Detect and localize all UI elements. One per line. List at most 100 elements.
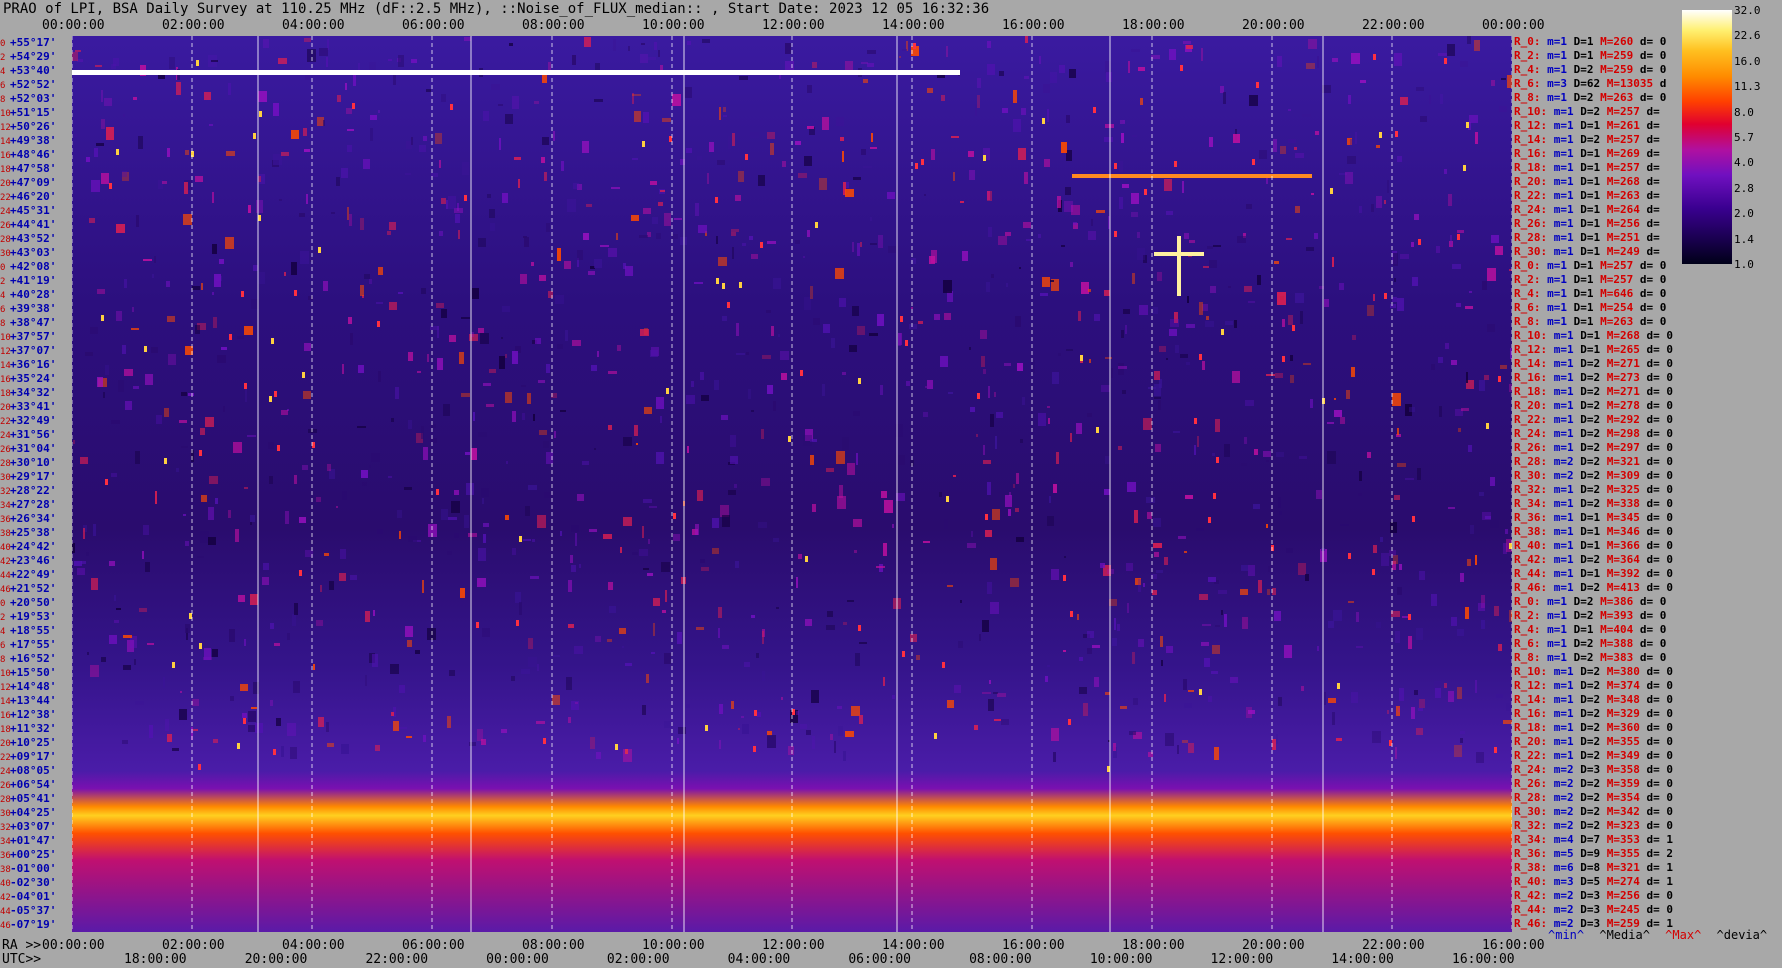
- stat-M: M=298: [1606, 427, 1647, 440]
- stat-d: D=1: [1580, 175, 1607, 188]
- beam-index: 38: [0, 529, 11, 539]
- heatmap-cell: [566, 677, 572, 690]
- heatmap-cell: [1065, 187, 1071, 195]
- heatmap-cell: [795, 141, 801, 145]
- heatmap-cell: [534, 101, 539, 104]
- heatmap-cell: [853, 519, 862, 527]
- beam-index: 20: [0, 179, 11, 189]
- heatmap-cell: [982, 620, 989, 632]
- topticks-label: 20:00:00: [1242, 18, 1305, 33]
- stat-dv: d= 0: [1646, 791, 1674, 804]
- heatmap-cell: [514, 157, 521, 160]
- heatmap-cell: [813, 318, 820, 325]
- heatmap-cell: [1392, 297, 1397, 302]
- heatmap-cell: [221, 347, 227, 350]
- heatmap-cell: [327, 464, 331, 471]
- heatmap-cell: [1314, 233, 1318, 239]
- heatmap-cell: [1352, 335, 1356, 340]
- stat-d: D=2: [1580, 497, 1607, 510]
- heatmap-cell: [316, 620, 323, 626]
- heatmap-cell: [1230, 677, 1238, 683]
- heatmap-cell: [347, 145, 352, 152]
- heatmap-cell: [538, 380, 545, 383]
- stat-M: M=358: [1606, 763, 1647, 776]
- heatmap-cell: [641, 43, 645, 45]
- heatmap-cell: [1180, 354, 1188, 358]
- heatmap-cell: [1310, 399, 1313, 408]
- heatmap-cell: [391, 418, 394, 422]
- heatmap-cell: [1346, 390, 1350, 399]
- heatmap-cell: [317, 117, 324, 126]
- heatmap-cell: [1043, 84, 1050, 93]
- heatmap-cell: [619, 628, 626, 634]
- heatmap-cell: [723, 115, 727, 117]
- heatmap-cell: [331, 212, 335, 214]
- heatmap-source: [902, 651, 905, 657]
- heatmap-cell: [643, 568, 649, 570]
- heatmap-cell: [1207, 246, 1213, 249]
- heatmap-cell: [1221, 610, 1223, 615]
- heatmap-cell: [435, 133, 442, 144]
- heatmap-cell: [571, 701, 579, 710]
- declination-label: 38+25°38': [0, 527, 56, 540]
- heatmap-cell: [898, 455, 905, 465]
- heatmap-cell: [1356, 612, 1359, 622]
- stat-r: R_6:: [1514, 77, 1548, 90]
- heatmap-cell: [388, 59, 392, 61]
- heatmap-cell: [988, 227, 992, 237]
- heatmap-cell: [625, 663, 632, 666]
- stat-r: R_0:: [1514, 35, 1548, 48]
- heatmap-cell: [731, 229, 739, 232]
- heatmap-cell: [846, 182, 849, 188]
- heatmap-cell: [718, 628, 720, 638]
- stat-d: D=2: [1580, 777, 1607, 790]
- heatmap-cell: [1137, 232, 1140, 238]
- beam-index: 16: [0, 711, 11, 721]
- heatmap-cell: [568, 624, 574, 628]
- heatmap-cell: [411, 59, 417, 63]
- heatmap-cell: [1414, 690, 1418, 695]
- heatmap-cell: [482, 628, 490, 637]
- heatmap-cell: [1186, 362, 1190, 365]
- heatmap-cell: [502, 306, 510, 312]
- heatmap-cell: [967, 543, 976, 548]
- heatmap-cell: [1121, 133, 1124, 143]
- heatmap-cell: [672, 94, 681, 106]
- stat-row: R_14: m=1 D=2 M=271 d= 0: [1514, 358, 1673, 370]
- heatmap-cell: [505, 392, 512, 403]
- beam-index: 20: [0, 739, 11, 749]
- heatmap-cell: [1248, 565, 1255, 576]
- heatmap-cell: [839, 485, 843, 498]
- heatmap-cell: [481, 488, 489, 497]
- heatmap-cell: [1438, 53, 1447, 56]
- heatmap-cell: [1268, 566, 1270, 572]
- heatmap-cell: [291, 130, 299, 139]
- heatmap-cell: [1218, 590, 1227, 594]
- heatmap-source: [352, 103, 355, 109]
- heatmap-source: [800, 370, 803, 376]
- heatmap-cell: [437, 358, 443, 370]
- heatmap-cell: [238, 595, 245, 602]
- declination-value: +28°22': [10, 484, 57, 497]
- stat-row: R_0: m=1 D=1 M=260 d= 0: [1514, 36, 1666, 48]
- heatmap-cell: [329, 581, 334, 590]
- heatmap-cell: [658, 202, 663, 206]
- heatmap-source: [1096, 427, 1099, 433]
- stat-r: R_28:: [1514, 455, 1554, 468]
- heatmap-cell: [1026, 239, 1031, 241]
- stat-d: D=3: [1580, 763, 1607, 776]
- heatmap-cell: [1340, 417, 1345, 424]
- heatmap-cell: [751, 615, 755, 618]
- stat-d: D=2: [1580, 721, 1607, 734]
- heatmap-cell: [350, 575, 357, 580]
- heatmap-cell: [1057, 196, 1061, 208]
- stat-m: m=1: [1553, 147, 1581, 160]
- stat-r: R_18:: [1514, 161, 1554, 174]
- heatmap-cell: [537, 515, 546, 528]
- heatmap-cell: [1334, 410, 1342, 417]
- beam-index: 44: [0, 907, 11, 917]
- declination-label: 6 +52°52': [0, 79, 56, 92]
- heatmap-cell: [946, 46, 948, 57]
- heatmap-cell: [478, 548, 486, 561]
- stat-row: R_0: m=1 D=2 M=386 d= 0: [1514, 596, 1666, 608]
